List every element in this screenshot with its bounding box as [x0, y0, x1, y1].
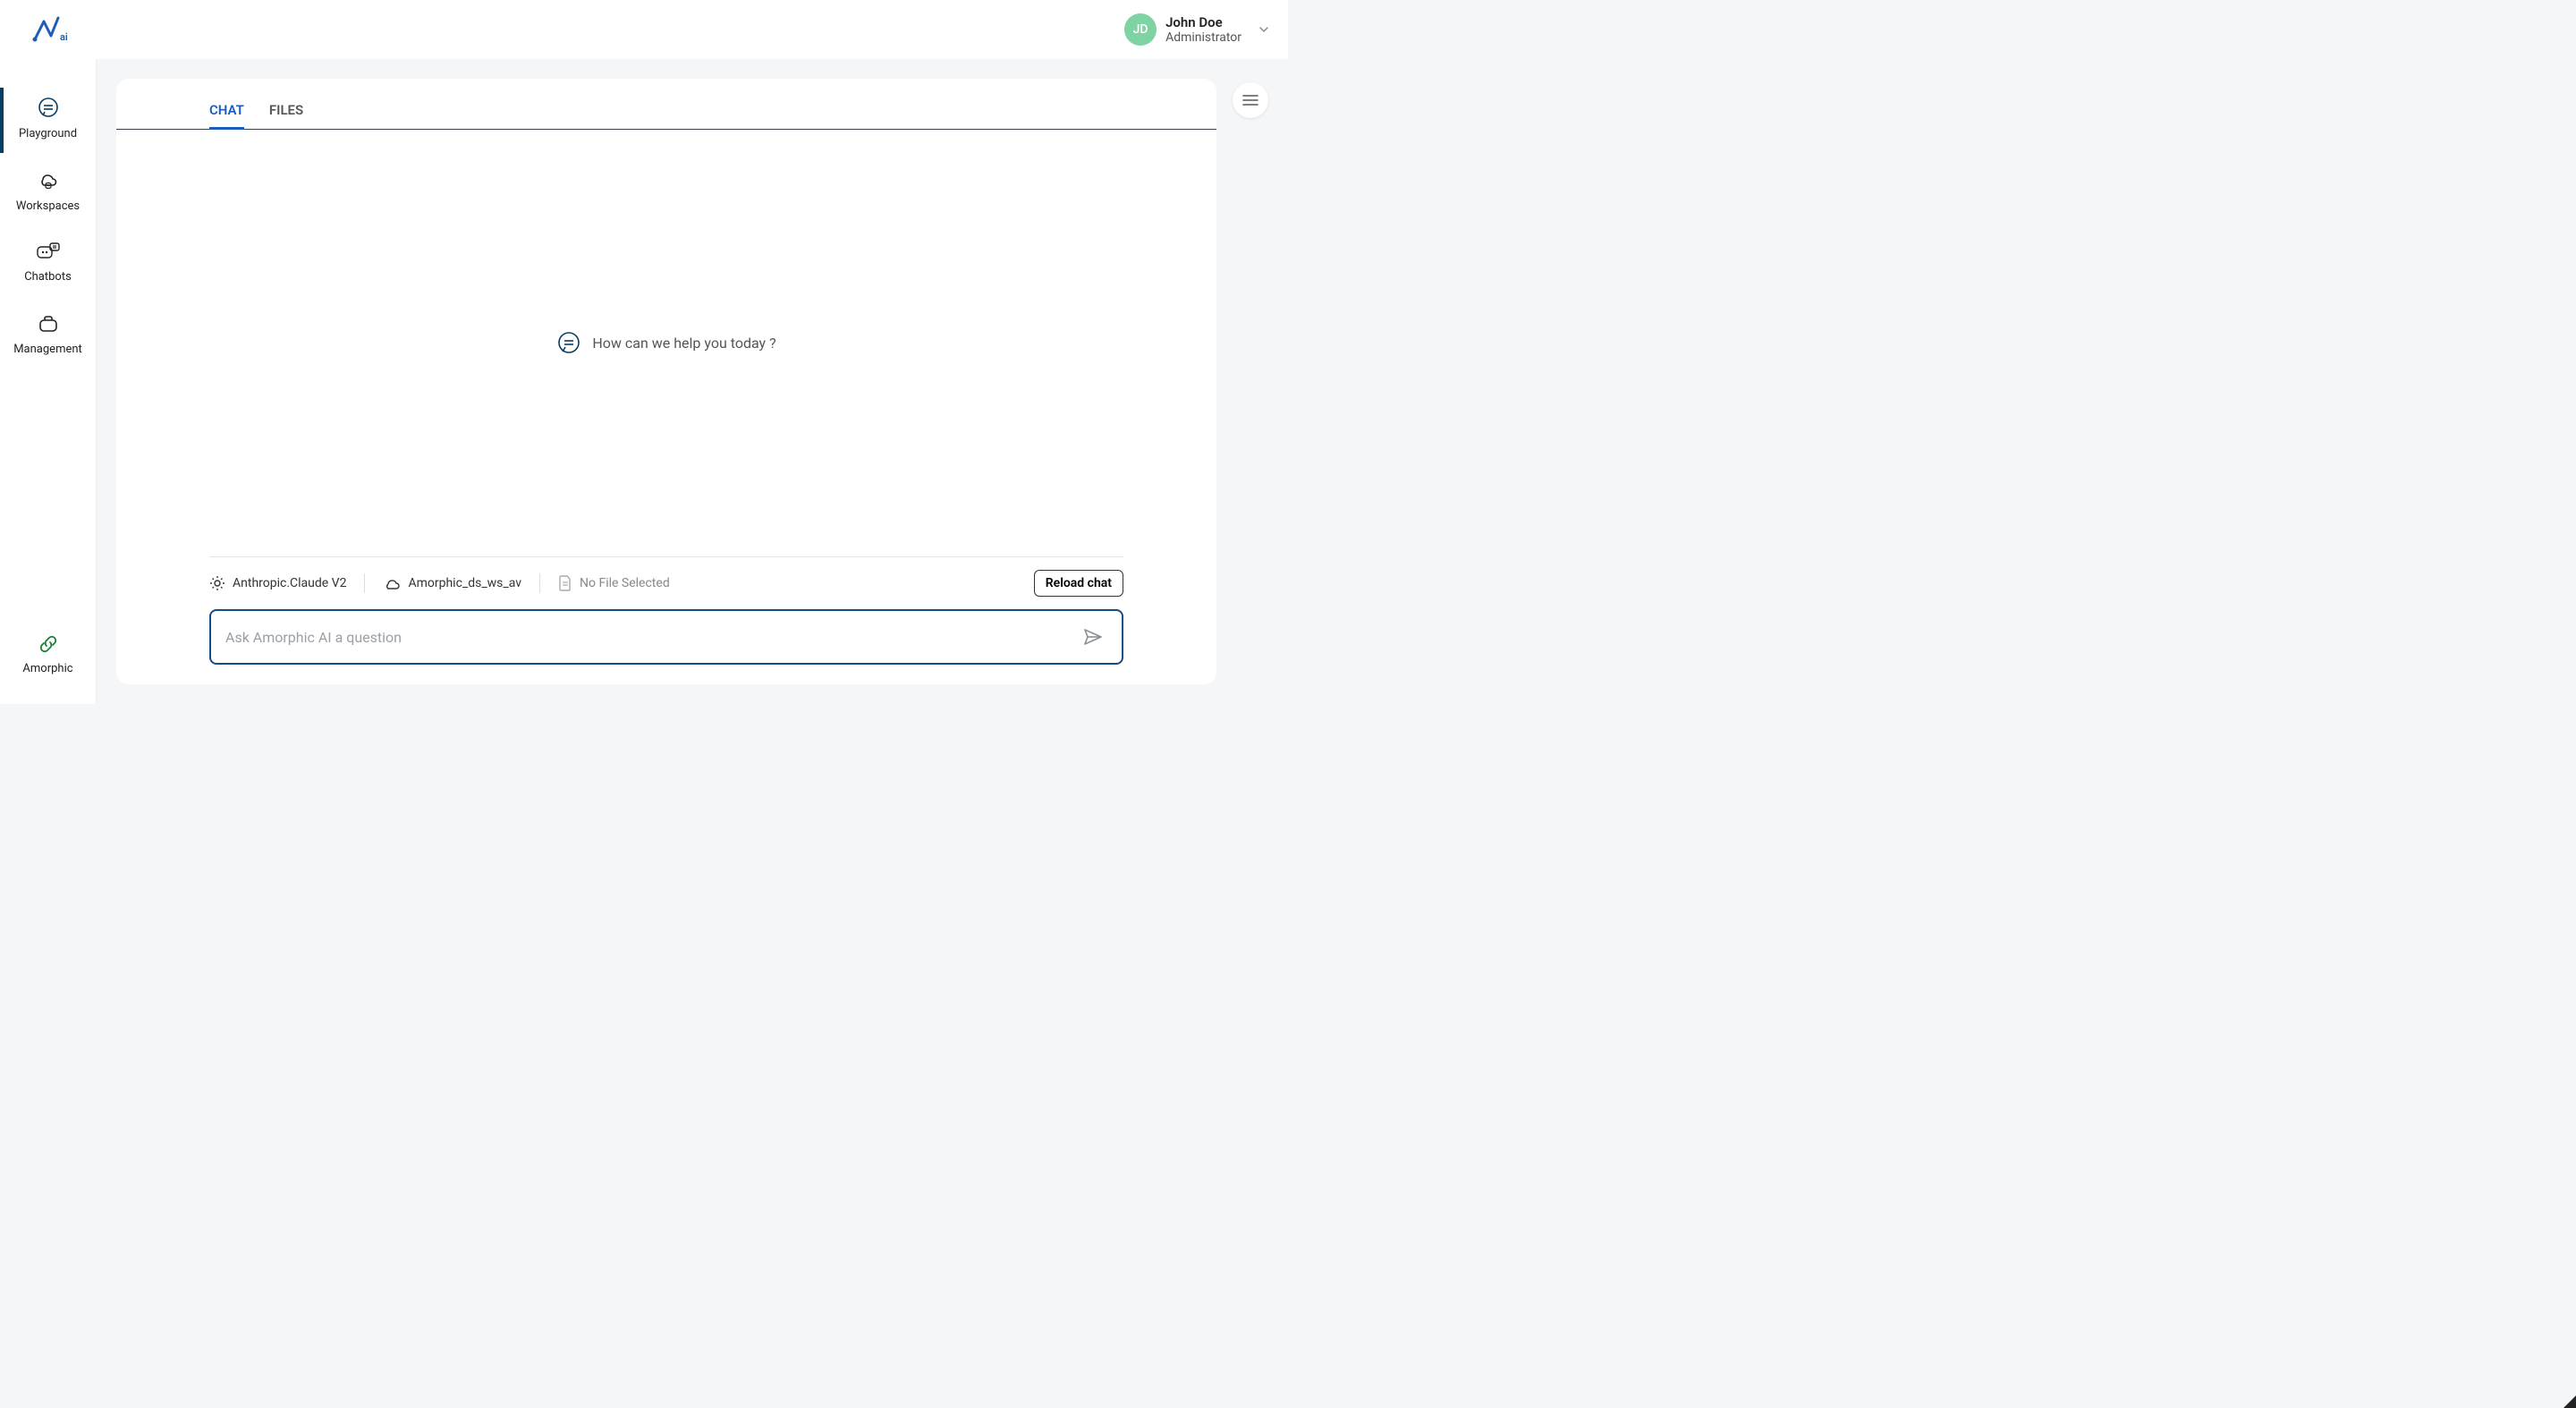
chat-body: How can we help you today ? — [116, 130, 1216, 556]
gear-icon — [209, 575, 225, 591]
resize-handle[interactable] — [2563, 1395, 2576, 1408]
sidebar-bottom: Amorphic — [0, 621, 96, 704]
workspace-selector[interactable]: Amorphic_ds_ws_av — [383, 575, 521, 591]
sidebar-item-label: Workspaces — [16, 199, 80, 213]
chat-card: CHAT FILES How can we help you today ? — [116, 79, 1216, 684]
chat-bubble-icon — [556, 331, 581, 356]
main-area: Playground Workspaces Chatbots Managemen… — [0, 59, 1288, 704]
tab-chat[interactable]: CHAT — [209, 95, 244, 130]
chatbot-icon — [36, 242, 61, 263]
logo-icon: ai — [31, 16, 72, 43]
briefcase-icon — [37, 312, 60, 335]
panel-toggle-button[interactable] — [1233, 82, 1268, 118]
cloud-db-icon — [37, 169, 60, 192]
svg-text:ai: ai — [60, 31, 68, 43]
sidebar-item-label: Playground — [19, 127, 77, 140]
sidebar-item-label: Management — [13, 343, 82, 356]
send-button[interactable] — [1079, 623, 1107, 651]
user-name: John Doe — [1165, 14, 1241, 30]
sidebar-item-chatbots[interactable]: Chatbots — [0, 229, 96, 300]
divider — [539, 573, 540, 593]
app-logo: ai — [31, 16, 72, 43]
model-name: Anthropic.Claude V2 — [233, 576, 346, 590]
empty-state: How can we help you today ? — [556, 331, 775, 356]
link-icon — [38, 633, 59, 655]
tab-files[interactable]: FILES — [269, 95, 303, 130]
top-header: ai JD John Doe Administrator — [0, 0, 1288, 59]
chevron-down-icon — [1258, 23, 1270, 36]
file-icon — [558, 575, 572, 591]
model-selector[interactable]: Anthropic.Claude V2 — [209, 575, 346, 591]
menu-icon — [1242, 94, 1258, 106]
footer-meta: Anthropic.Claude V2 Amorphic_ds_ws_av — [209, 556, 1123, 597]
empty-state-text: How can we help you today ? — [592, 335, 775, 352]
user-role: Administrator — [1165, 30, 1241, 45]
sidebar-item-amorphic[interactable]: Amorphic — [0, 621, 96, 691]
workspace-name: Amorphic_ds_ws_av — [408, 576, 521, 590]
sidebar-item-workspaces[interactable]: Workspaces — [0, 157, 96, 229]
sidebar: Playground Workspaces Chatbots Managemen… — [0, 59, 97, 704]
chat-input-container — [209, 609, 1123, 665]
divider — [364, 573, 365, 593]
chat-bubble-icon — [37, 97, 60, 120]
chat-footer: Anthropic.Claude V2 Amorphic_ds_ws_av — [116, 556, 1216, 665]
user-info: John Doe Administrator — [1165, 14, 1241, 45]
file-status: No File Selected — [580, 576, 670, 590]
sidebar-item-playground[interactable]: Playground — [0, 84, 96, 157]
content-area: CHAT FILES How can we help you today ? — [97, 59, 1288, 704]
avatar: JD — [1124, 13, 1157, 46]
cloud-icon — [383, 575, 401, 591]
send-icon — [1082, 626, 1104, 648]
user-menu[interactable]: JD John Doe Administrator — [1124, 13, 1270, 46]
sidebar-item-label: Amorphic — [22, 662, 72, 675]
reload-chat-button[interactable]: Reload chat — [1034, 570, 1123, 597]
chat-input[interactable] — [225, 629, 1079, 646]
file-selector[interactable]: No File Selected — [558, 575, 670, 591]
sidebar-item-label: Chatbots — [24, 270, 72, 284]
tabs: CHAT FILES — [116, 95, 1216, 130]
sidebar-item-management[interactable]: Management — [0, 300, 96, 372]
